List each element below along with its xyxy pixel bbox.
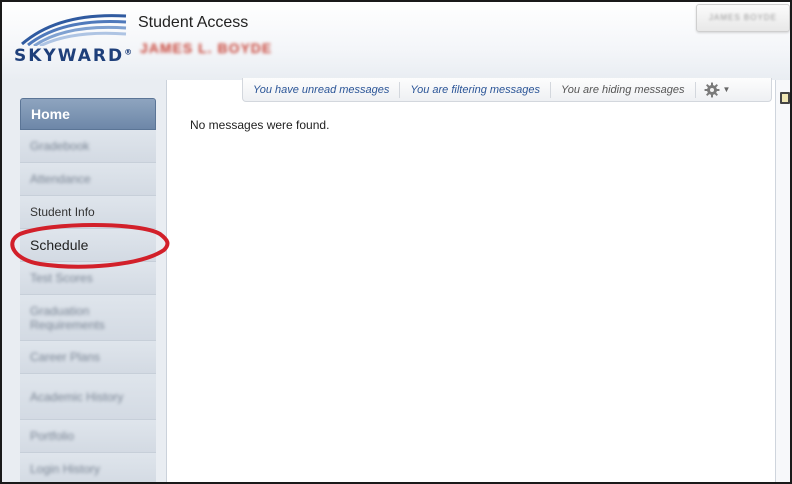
- sidebar-item-test-scores[interactable]: Test Scores: [20, 262, 156, 295]
- filtering-messages-link[interactable]: You are filtering messages: [400, 81, 552, 98]
- panel-toggle-icon[interactable]: [780, 92, 790, 104]
- sidebar-item-academic-history[interactable]: Academic History: [20, 374, 156, 420]
- logo-swoosh-icon: [21, 14, 127, 46]
- sidebar-item-label: Login History: [30, 462, 101, 476]
- chevron-down-icon: ▼: [722, 85, 731, 94]
- sidebar-item-label: Home: [31, 106, 70, 122]
- sidebar-item-label: Test Scores: [30, 271, 93, 285]
- sidebar-item-label: Student Info: [30, 205, 95, 219]
- sidebar-item-label: Gradebook: [30, 139, 90, 153]
- sidebar-item-label: Academic History: [30, 389, 124, 404]
- sidebar-item-label: Career Plans: [30, 350, 101, 364]
- header: SKYWARD® Student Access JAMES L. BOYDE J…: [2, 2, 790, 80]
- sidebar-item-career-plans[interactable]: Career Plans: [20, 341, 156, 374]
- sidebar-item-schedule[interactable]: Schedule: [20, 229, 156, 262]
- sidebar-item-login-history[interactable]: Login History: [20, 453, 156, 482]
- sidebar-item-home[interactable]: Home: [20, 98, 156, 130]
- unread-messages-link[interactable]: You have unread messages: [243, 81, 401, 98]
- student-name: JAMES L. BOYDE: [140, 40, 273, 56]
- registered-mark: ®: [124, 47, 133, 57]
- app-window: SKYWARD® Student Access JAMES L. BOYDE J…: [0, 0, 792, 484]
- sidebar-item-label: Portfolio: [30, 429, 75, 443]
- hiding-messages-link[interactable]: You are hiding messages: [551, 81, 696, 98]
- right-side-panel: [775, 80, 790, 482]
- sidebar-item-label: Schedule: [30, 237, 89, 253]
- user-menu-button[interactable]: JAMES BOYDE: [696, 4, 790, 32]
- sidebar-nav: Home Gradebook Attendance Student Info S…: [20, 98, 156, 482]
- sidebar-item-graduation-requirements[interactable]: Graduation Requirements: [20, 295, 156, 341]
- sidebar-item-student-info[interactable]: Student Info: [20, 196, 156, 229]
- app-title: Student Access: [138, 14, 249, 31]
- settings-menu-button[interactable]: ▼: [696, 78, 739, 102]
- gear-icon: [704, 82, 720, 97]
- user-name: JAMES BOYDE: [709, 13, 777, 22]
- logo-text: SKYWARD: [14, 46, 125, 66]
- message-filter-bar: You have unread messages You are filteri…: [242, 78, 772, 102]
- sidebar-item-portfolio[interactable]: Portfolio: [20, 420, 156, 453]
- skyward-logo[interactable]: SKYWARD®: [12, 12, 132, 70]
- sidebar: Home Gradebook Attendance Student Info S…: [2, 80, 167, 482]
- sidebar-item-gradebook[interactable]: Gradebook: [20, 130, 156, 163]
- sidebar-item-label: Attendance: [30, 172, 91, 186]
- sidebar-item-attendance[interactable]: Attendance: [20, 163, 156, 196]
- empty-messages-text: No messages were found.: [190, 118, 330, 132]
- sidebar-item-label: Graduation Requirements: [30, 303, 105, 332]
